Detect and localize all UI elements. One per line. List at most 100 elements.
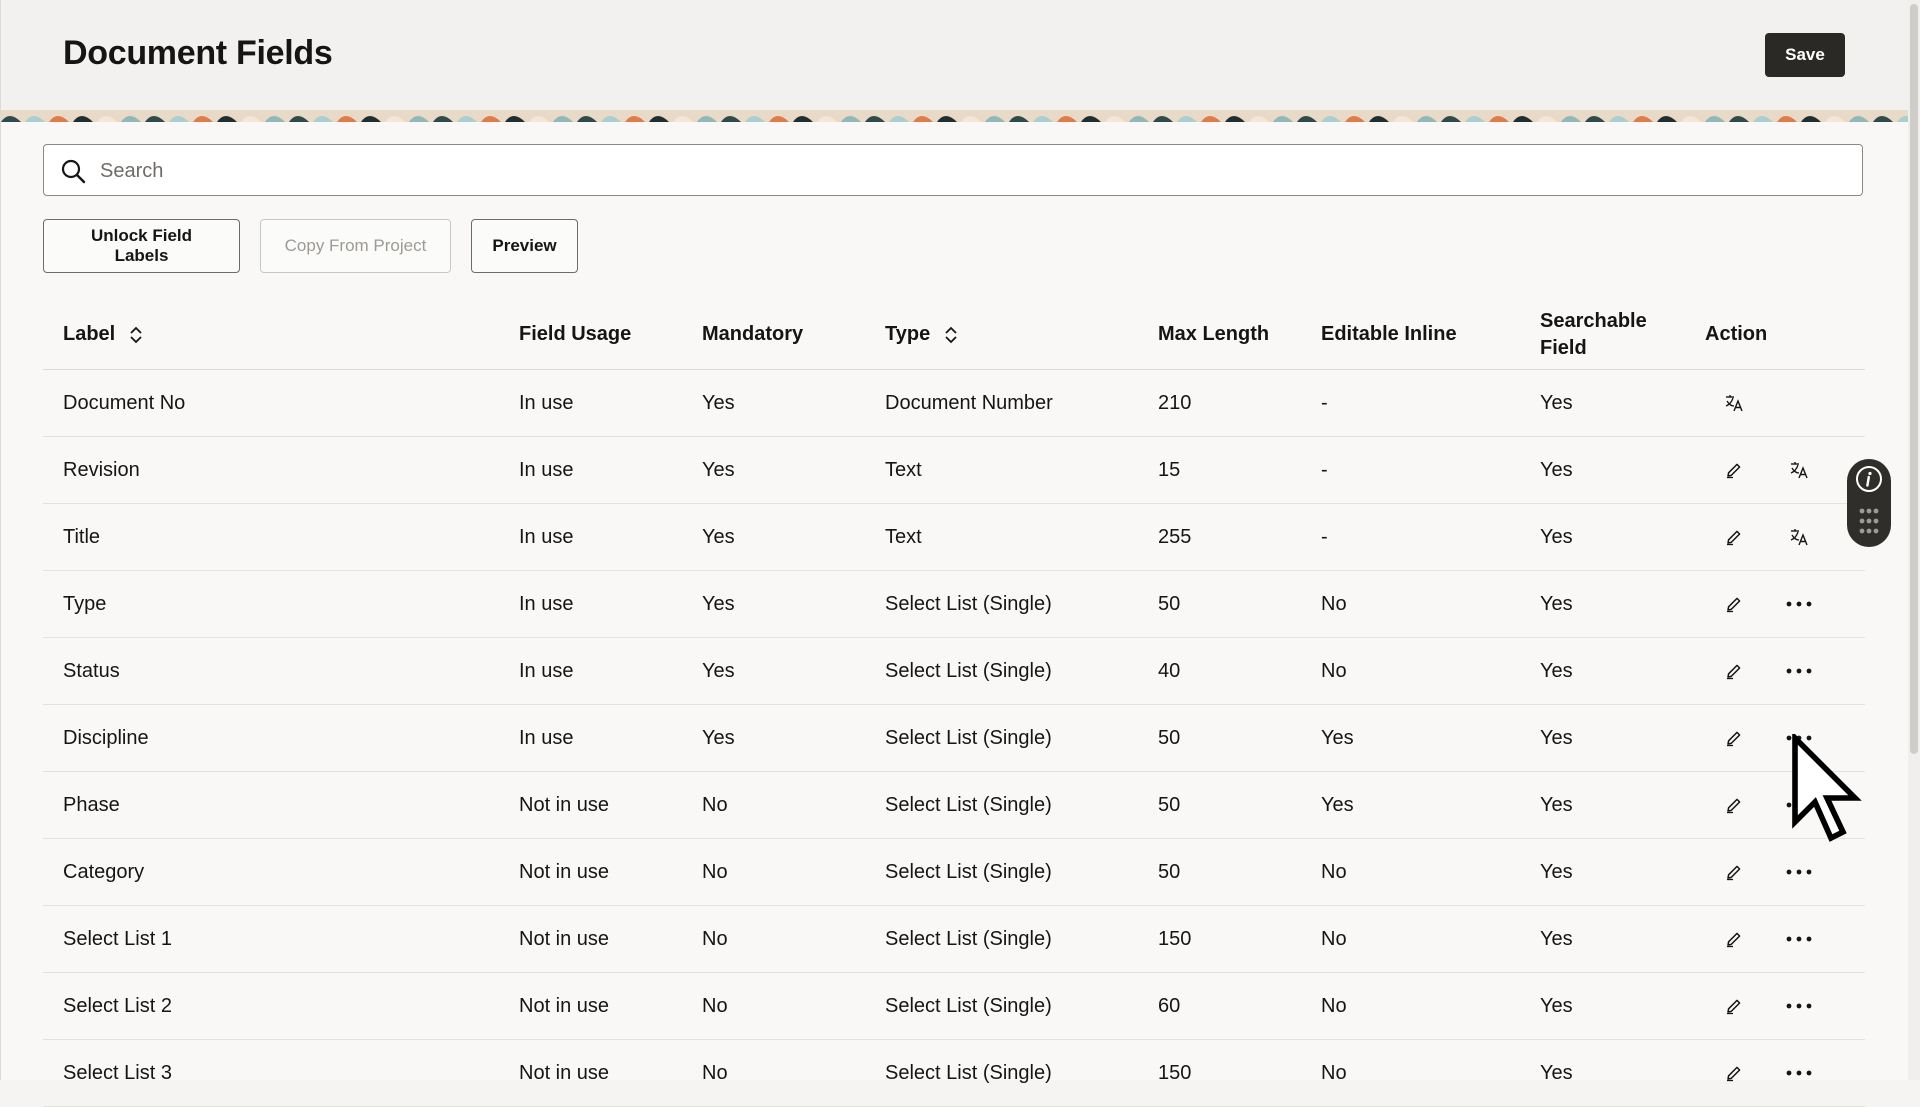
scrollbar-thumb[interactable] [1910, 4, 1918, 754]
table-row[interactable]: Category Not in use No Select List (Single)… [43, 839, 1865, 906]
cell-searchable-field: Yes [1540, 458, 1573, 481]
save-button[interactable]: Save [1765, 33, 1845, 77]
table-row[interactable]: Status In use Yes Select List (Single) 40 No Y… [43, 638, 1865, 705]
pencil-icon[interactable] [1719, 522, 1749, 552]
translate-icon[interactable] [1719, 388, 1749, 418]
cell-label: Category [63, 860, 145, 883]
pencil-icon[interactable] [1719, 1058, 1749, 1088]
pencil-icon[interactable] [1719, 790, 1749, 820]
translate-icon[interactable] [1784, 455, 1814, 485]
pencil-icon[interactable] [1719, 723, 1749, 753]
pencil-icon[interactable] [1719, 857, 1749, 887]
table-row[interactable]: Select List 3 Not in use No Select List (Si… [43, 1040, 1865, 1107]
table-row[interactable]: Document No In use Yes Document Number 210 - Y… [43, 370, 1865, 437]
cell-searchable-field: Yes [1540, 659, 1573, 682]
cell-editable-inline: - [1321, 458, 1328, 481]
page: Document Fields Save Unlock Field Labels… [0, 0, 1909, 1107]
cell-field-usage: Not in use [519, 860, 610, 883]
preview-button[interactable]: Preview [471, 219, 578, 273]
cell-mandatory: No [702, 927, 728, 950]
cell-max-length: 50 [1158, 793, 1181, 816]
more-horizontal-icon[interactable] [1784, 656, 1814, 686]
pencil-icon[interactable] [1719, 589, 1749, 619]
column-header-label[interactable]: Label [63, 300, 143, 369]
cell-searchable-field: Yes [1540, 860, 1573, 883]
cell-editable-inline: No [1321, 860, 1347, 883]
help-widget[interactable] [1847, 459, 1891, 547]
cell-type: Select List (Single) [885, 1061, 1052, 1084]
more-horizontal-icon[interactable] [1784, 790, 1814, 820]
cell-searchable-field: Yes [1540, 793, 1573, 816]
info-icon[interactable] [1855, 465, 1883, 493]
sort-icon[interactable] [129, 326, 143, 344]
cell-mandatory: Yes [702, 391, 735, 414]
cell-type: Select List (Single) [885, 860, 1052, 883]
table-row[interactable]: Select List 2 Not in use No Select List (Si… [43, 973, 1865, 1040]
more-horizontal-icon[interactable] [1784, 924, 1814, 954]
pencil-icon[interactable] [1719, 656, 1749, 686]
more-horizontal-icon[interactable] [1784, 1058, 1814, 1088]
cell-max-length: 60 [1158, 994, 1181, 1017]
cell-editable-inline: No [1321, 659, 1347, 682]
cell-field-usage: In use [519, 458, 574, 481]
cell-label: Status [63, 659, 120, 682]
sort-icon[interactable] [944, 326, 958, 344]
copy-from-project-button[interactable]: Copy From Project [260, 219, 451, 273]
cell-type: Select List (Single) [885, 994, 1052, 1017]
table-header: Label Field Usage Mandatory Type Max Len… [43, 300, 1865, 370]
cell-mandatory: Yes [702, 726, 735, 749]
translate-icon[interactable] [1784, 522, 1814, 552]
cell-type: Select List (Single) [885, 659, 1052, 682]
cell-max-length: 255 [1158, 525, 1192, 548]
cell-field-usage: Not in use [519, 793, 610, 816]
search-input[interactable] [98, 145, 1842, 197]
column-header-action: Action [1705, 323, 1768, 345]
cell-label: Phase [63, 793, 120, 816]
cell-label: Select List 3 [63, 1061, 172, 1084]
more-horizontal-icon[interactable] [1784, 589, 1814, 619]
table-row[interactable]: Revision In use Yes Text 15 - Yes [43, 437, 1865, 504]
cell-max-length: 40 [1158, 659, 1181, 682]
scrollbar[interactable] [1908, 0, 1920, 1080]
cell-field-usage: In use [519, 726, 574, 749]
page-header: Document Fields Save [1, 0, 1909, 110]
cell-type: Select List (Single) [885, 592, 1052, 615]
cell-type: Select List (Single) [885, 793, 1052, 816]
more-horizontal-icon[interactable] [1784, 857, 1814, 887]
pencil-icon[interactable] [1719, 455, 1749, 485]
cell-field-usage: In use [519, 659, 574, 682]
grip-icon[interactable] [1859, 507, 1879, 537]
cell-editable-inline: Yes [1321, 726, 1354, 749]
cell-editable-inline: - [1321, 525, 1328, 548]
table-row[interactable]: Type In use Yes Select List (Single) 50 No Yes [43, 571, 1865, 638]
table-row[interactable]: Select List 1 Not in use No Select List (Si… [43, 906, 1865, 973]
unlock-field-labels-button[interactable]: Unlock Field Labels [43, 219, 240, 273]
cell-mandatory: No [702, 860, 728, 883]
table-row[interactable]: Title In use Yes Text 255 - Yes [43, 504, 1865, 571]
cell-max-length: 50 [1158, 860, 1181, 883]
pencil-icon[interactable] [1719, 924, 1749, 954]
more-horizontal-icon[interactable] [1784, 723, 1814, 753]
cell-field-usage: In use [519, 525, 574, 548]
column-header-field-usage: Field Usage [519, 323, 632, 345]
cell-type: Select List (Single) [885, 927, 1052, 950]
table-row[interactable]: Phase Not in use No Select List (Single) 50 Y… [43, 772, 1865, 839]
cell-max-length: 150 [1158, 1061, 1192, 1084]
column-header-mandatory: Mandatory [702, 323, 804, 345]
column-header-type[interactable]: Type [885, 300, 958, 369]
more-horizontal-icon[interactable] [1784, 991, 1814, 1021]
table-body: Document No In use Yes Document Number 210 - Y… [43, 370, 1865, 1107]
cell-searchable-field: Yes [1540, 592, 1573, 615]
column-header-searchable-field: Searchable Field [1540, 300, 1647, 369]
cell-field-usage: Not in use [519, 927, 610, 950]
table-row[interactable]: Discipline In use Yes Select List (Single) 5… [43, 705, 1865, 772]
column-searchable-line2: Field [1540, 336, 1587, 359]
cell-max-length: 150 [1158, 927, 1192, 950]
cell-editable-inline: No [1321, 592, 1347, 615]
cell-editable-inline: No [1321, 994, 1347, 1017]
cell-searchable-field: Yes [1540, 525, 1573, 548]
pencil-icon[interactable] [1719, 991, 1749, 1021]
cell-mandatory: Yes [702, 659, 735, 682]
cell-max-length: 50 [1158, 726, 1181, 749]
cell-label: Title [63, 525, 101, 548]
